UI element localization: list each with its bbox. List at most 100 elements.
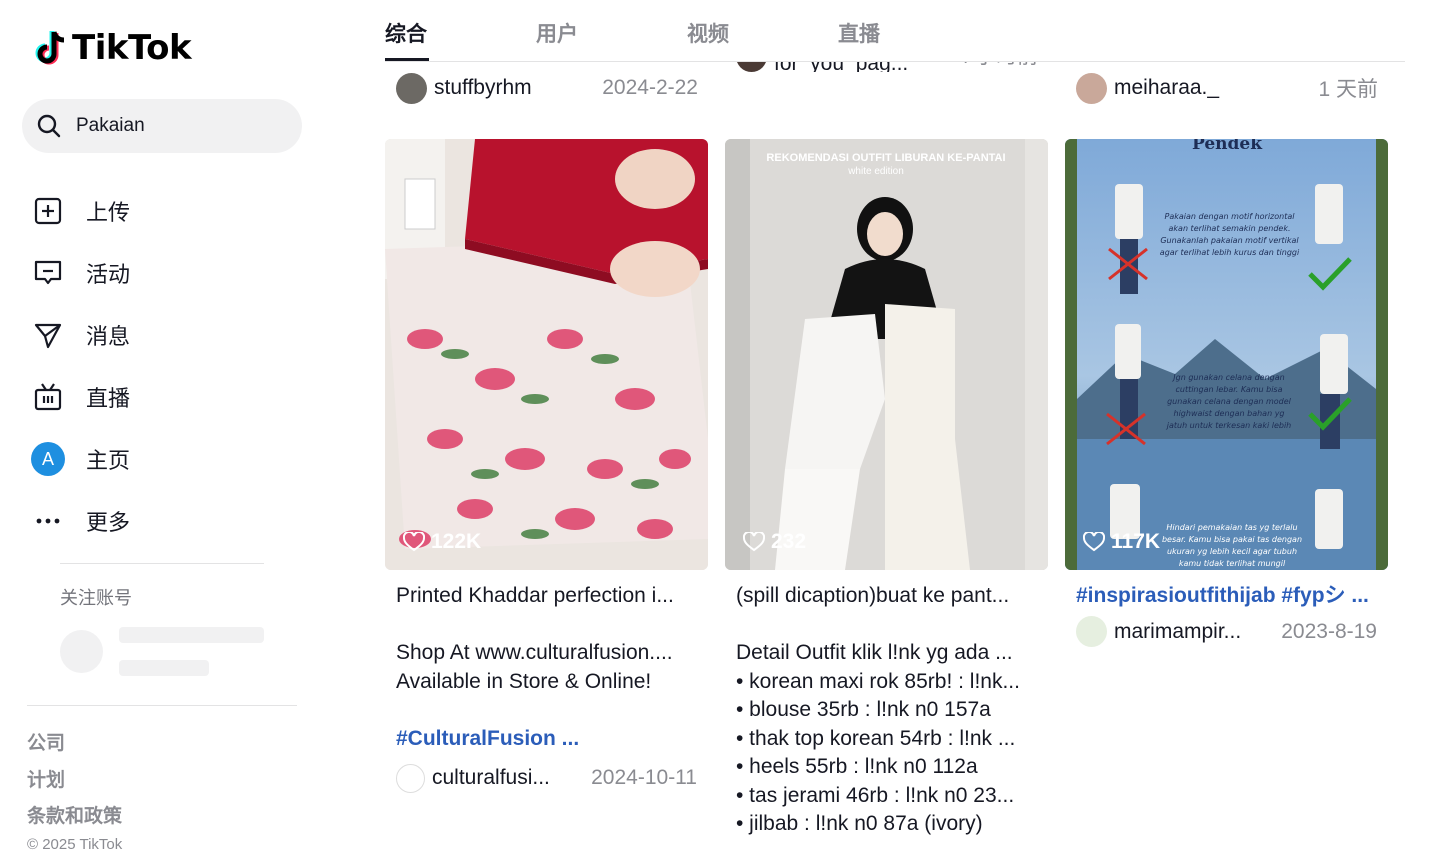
author-avatar <box>396 763 425 793</box>
description-line: Shop At www.culturalfusion.... <box>396 641 673 664</box>
profile-avatar-letter: A <box>31 442 65 476</box>
description-line: • korean maxi rok 85rb! : l!nk... <box>736 669 1020 693</box>
video-card[interactable]: REKOMENDASI OUTFIT LIBURAN KE-PANTAI whi… <box>725 139 1048 839</box>
tab-users[interactable]: 用户 <box>536 18 578 48</box>
footer-link-terms[interactable]: 条款和政策 <box>27 801 122 838</box>
thumbnail-image: Pendek Pakaian dengan motif horizontal a… <box>1065 139 1388 570</box>
video-description[interactable]: #inspirasioutfithijab #fypシ ... <box>1065 570 1388 611</box>
author-name[interactable]: culturalfusi... <box>432 766 567 790</box>
footer-links: 公司 计划 条款和政策 <box>27 728 122 838</box>
post-date: 2024-10-11 <box>591 766 697 789</box>
skeleton-line <box>119 660 209 676</box>
search-icon <box>37 114 61 138</box>
footer-link-program[interactable]: 计划 <box>27 765 122 802</box>
search-query: Pakaian <box>76 115 145 136</box>
nav-item-activity[interactable]: 活动 <box>30 242 130 304</box>
copyright: © 2025 TikTok <box>27 836 123 853</box>
author-avatar <box>396 72 427 104</box>
top-row-byline[interactable]: meiharaa._ 1 天前 <box>1076 72 1378 104</box>
nav-label-more: 更多 <box>86 510 131 535</box>
video-byline[interactable]: marimampir... 2023-8-19 <box>1065 615 1388 649</box>
nav-item-live[interactable]: 直播 <box>30 366 130 428</box>
description-line: • tas jerami 46rb : l!nk n0 23... <box>736 783 1015 807</box>
hashtag-link[interactable]: #inspirasioutfithijab #fypシ ... <box>1076 582 1377 611</box>
messages-icon <box>30 317 66 353</box>
video-card[interactable]: Pendek Pakaian dengan motif horizontal a… <box>1065 139 1388 649</box>
search-tabs: 综合 用户 视频 直播 <box>385 0 1405 62</box>
author-name[interactable]: meiharaa._ <box>1114 76 1219 100</box>
description-gap <box>396 611 697 640</box>
thumbnail-overlay-text: Jgn gunakan celana dengan cuttingan leba… <box>1166 373 1292 430</box>
following-title: 关注账号 <box>60 588 132 608</box>
skeleton-line <box>119 627 264 643</box>
heart-icon <box>1083 532 1105 552</box>
description-gap <box>396 696 697 725</box>
overlay-tip-2: Jgn gunakan celana dengan cuttingan leba… <box>1166 373 1292 430</box>
description-line: • heels 55rb : l!nk n0 112a <box>736 755 978 778</box>
app-name: TikTok <box>72 28 192 68</box>
video-byline[interactable]: culturalfusi... 2024-10-11 <box>385 761 708 795</box>
nav-item-profile[interactable]: A 主页 <box>30 428 130 490</box>
description-line: Printed Khaddar perfection i... <box>396 584 674 607</box>
video-thumbnail[interactable]: Pendek Pakaian dengan motif horizontal a… <box>1065 139 1388 570</box>
like-count: 122K <box>403 530 481 554</box>
thumbnail-overlay-title: Pendek <box>1192 139 1263 154</box>
like-count-value: 122K <box>431 530 482 553</box>
like-count-value: 117K <box>1111 530 1161 553</box>
like-count: 232 <box>743 530 806 554</box>
overlay-tip-1: Pakaian dengan motif horizontal akan ter… <box>1159 212 1300 257</box>
post-date: 2023-8-19 <box>1281 619 1377 643</box>
thumbnail-overlay-title: REKOMENDASI OUTFIT LIBURAN KE-PANTAI <box>766 152 1005 164</box>
description-line: • jilbab : l!nk n0 87a (ivory) <box>736 812 983 835</box>
description-line: Detail Outfit klik l!nk yg ada ... <box>736 641 1013 664</box>
description-line: • thak top korean 54rb : l!nk ... <box>736 726 1016 750</box>
sidebar-nav: 上传 活动 消息 直播 A 主页 更多 <box>30 180 130 552</box>
more-icon <box>30 503 66 539</box>
nav-item-more[interactable]: 更多 <box>30 490 130 552</box>
author-name[interactable]: stuffbyrhm <box>434 76 532 100</box>
divider <box>27 705 297 706</box>
tiktok-logo-icon <box>35 31 65 65</box>
heart-icon <box>743 532 765 552</box>
tab-active-indicator <box>385 58 429 61</box>
description-line: • blouse 35rb : l!nk n0 157a <box>736 698 991 721</box>
thumbnail-overlay-text: Hindari pemakaian tas yg terlalu besar. … <box>1161 523 1303 568</box>
skeleton-avatar <box>60 630 103 673</box>
video-description[interactable]: (spill dicaption)buat ke pant... Detail … <box>725 570 1048 839</box>
video-card[interactable]: 122K Printed Khaddar perfection i... Sho… <box>385 139 708 795</box>
thumbnail-image <box>385 139 708 570</box>
profile-avatar: A <box>30 441 66 477</box>
description-line: Available in Store & Online! <box>396 669 652 693</box>
tiktok-logo[interactable]: TikTok <box>32 28 192 68</box>
nav-label-upload: 上传 <box>86 200 131 225</box>
video-thumbnail[interactable]: 122K <box>385 139 708 570</box>
post-date: 2024-2-22 <box>602 76 698 99</box>
thumbnail-overlay-text: Pakaian dengan motif horizontal akan ter… <box>1159 212 1300 257</box>
tab-top[interactable]: 综合 <box>385 18 427 48</box>
nav-label-live: 直播 <box>86 386 131 411</box>
tab-videos[interactable]: 视频 <box>687 18 729 48</box>
nav-label-activity: 活动 <box>86 262 131 287</box>
nav-item-upload[interactable]: 上传 <box>30 180 130 242</box>
footer-link-company[interactable]: 公司 <box>27 728 122 765</box>
video-thumbnail[interactable]: REKOMENDASI OUTFIT LIBURAN KE-PANTAI whi… <box>725 139 1048 570</box>
description-line: (spill dicaption)buat ke pant... <box>736 584 1010 607</box>
like-count-value: 232 <box>771 530 807 553</box>
tab-live[interactable]: 直播 <box>838 18 880 48</box>
nav-label-messages: 消息 <box>86 324 131 349</box>
author-name[interactable]: marimampir... <box>1114 620 1249 644</box>
divider <box>60 563 264 564</box>
top-row-byline[interactable]: stuffbyrhm 2024-2-22 <box>396 72 698 104</box>
like-count: 117K <box>1083 530 1160 554</box>
post-date: 1 天前 <box>1318 78 1378 101</box>
author-avatar <box>1076 616 1107 647</box>
overlay-tip-3: Hindari pemakaian tas yg terlalu besar. … <box>1161 523 1303 568</box>
nav-item-messages[interactable]: 消息 <box>30 304 130 366</box>
video-description[interactable]: Printed Khaddar perfection i... Shop At … <box>385 570 708 753</box>
nav-label-profile: 主页 <box>86 448 131 473</box>
upload-icon <box>30 193 66 229</box>
search-input[interactable]: Pakaian <box>22 99 302 153</box>
activity-icon <box>30 255 66 291</box>
hashtag-link[interactable]: #CulturalFusion ... <box>396 725 697 754</box>
thumbnail-overlay-subtitle: white edition <box>847 166 904 177</box>
